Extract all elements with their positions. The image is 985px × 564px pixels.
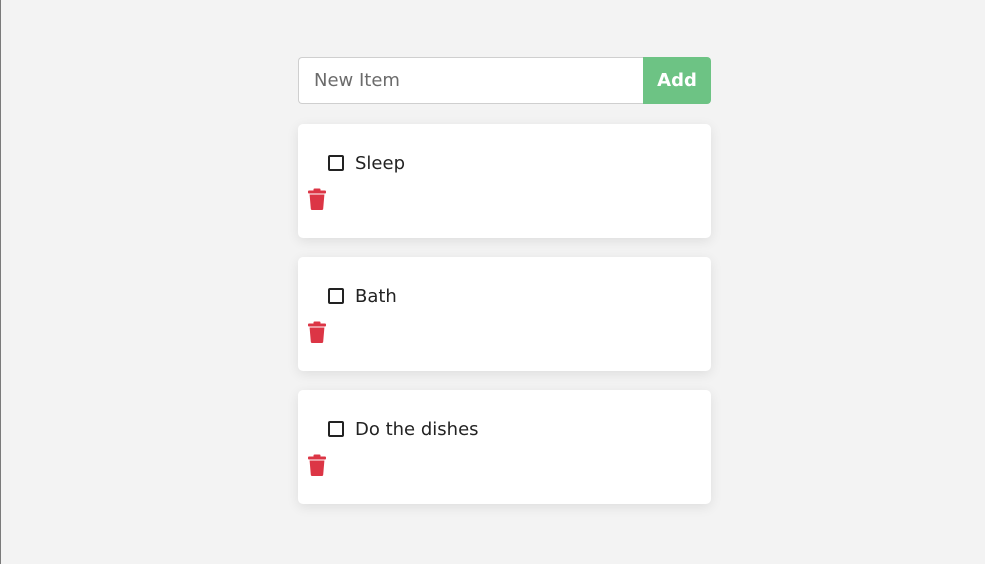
todo-item-row: Sleep [328, 152, 405, 176]
todo-checkbox[interactable] [328, 155, 344, 171]
todo-label: Bath [355, 286, 397, 307]
todo-item: Bath [298, 257, 711, 371]
todo-list: Sleep Bath Do the dishes [298, 124, 711, 504]
todo-checkbox[interactable] [328, 288, 344, 304]
todo-checkbox[interactable] [328, 421, 344, 437]
todo-item-row: Do the dishes [328, 418, 479, 442]
trash-icon[interactable] [308, 188, 326, 210]
trash-icon[interactable] [308, 454, 326, 476]
todo-app: Add Sleep Bath [298, 57, 711, 523]
add-button[interactable]: Add [643, 57, 711, 104]
todo-item: Do the dishes [298, 390, 711, 504]
todo-label: Sleep [355, 153, 406, 174]
trash-icon[interactable] [308, 321, 326, 343]
todo-label: Do the dishes [355, 419, 479, 440]
new-item-input[interactable] [298, 57, 643, 104]
todo-item-row: Bath [328, 285, 397, 309]
add-item-form: Add [298, 57, 711, 104]
todo-item: Sleep [298, 124, 711, 238]
